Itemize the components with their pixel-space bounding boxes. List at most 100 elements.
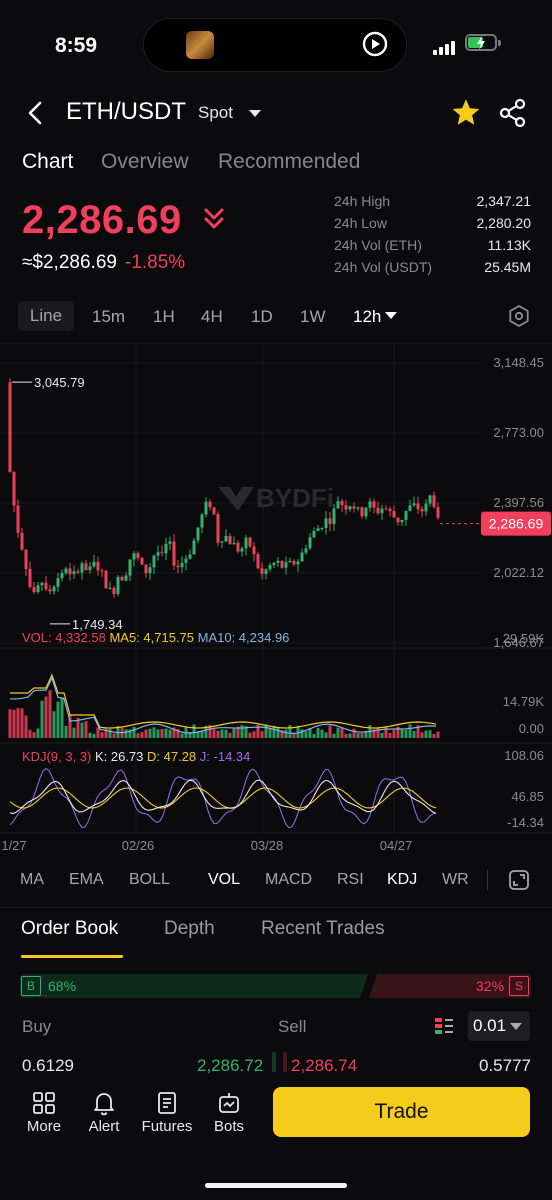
volume-bar: [380, 732, 384, 738]
indicator-ma[interactable]: MA: [20, 871, 44, 889]
bots-icon[interactable]: [216, 1090, 242, 1116]
candle-body: [64, 568, 68, 574]
candle-body: [392, 511, 396, 518]
candle-body: [388, 508, 392, 512]
orderbook-layout-icon[interactable]: [434, 1016, 454, 1036]
volume-bar: [24, 715, 28, 738]
kdj-legend: KDJ(9, 3, 3) K: 26.73 D: 47.28 J: -14.34: [22, 749, 250, 764]
kdj-k: K: 26.73: [95, 749, 147, 764]
candle-body: [180, 562, 184, 568]
stat-value: 2,347.21: [476, 193, 532, 209]
kdj-j: J: -14.34: [200, 749, 251, 764]
candle-body: [244, 537, 248, 549]
fullscreen-icon[interactable]: [508, 869, 530, 891]
bell-icon[interactable]: [91, 1090, 117, 1116]
volume-bar: [8, 709, 12, 738]
tab-chart[interactable]: Chart: [22, 150, 73, 174]
sell-price[interactable]: 2,286.74: [291, 1056, 357, 1076]
back-arrow-icon[interactable]: [24, 100, 46, 126]
sell-ratio-bar: [369, 974, 531, 998]
more-grid-icon[interactable]: [31, 1090, 57, 1116]
volume-bar: [32, 732, 36, 738]
futures-document-icon[interactable]: [154, 1090, 180, 1116]
current-price-tag-text: 2,286.69: [489, 516, 544, 532]
chevron-down-icon[interactable]: [249, 110, 261, 117]
volume-bar: [36, 728, 40, 738]
candle-body: [248, 537, 252, 547]
volume-bar: [136, 733, 140, 738]
candle-body: [32, 587, 36, 593]
trade-button[interactable]: Trade: [273, 1087, 530, 1137]
tab-order-book[interactable]: Order Book: [21, 918, 118, 940]
candle-body: [260, 568, 264, 574]
candle-body: [352, 506, 356, 509]
candle-body: [104, 570, 108, 589]
share-icon[interactable]: [498, 98, 528, 128]
volume-bar: [424, 730, 428, 738]
pair-title[interactable]: ETH/USDT: [66, 98, 186, 126]
vol-value: VOL: 4,332.58: [22, 630, 109, 645]
timeframe-line[interactable]: Line: [18, 301, 74, 331]
volume-bar: [112, 733, 116, 738]
price-axis-label: 2,022.12: [493, 565, 544, 580]
volume-bar: [44, 696, 48, 738]
volume-bar: [348, 733, 352, 738]
kdj-d-line: [9, 787, 437, 809]
volume-bar: [328, 725, 332, 738]
candle-body: [424, 503, 428, 512]
timeframe-1w[interactable]: 1W: [300, 307, 326, 327]
timeframe-12h[interactable]: 12h: [353, 307, 381, 327]
nav-futures[interactable]: Futures: [138, 1118, 196, 1135]
candle-body: [384, 508, 388, 510]
volume-bar: [252, 731, 256, 738]
chart-settings-icon[interactable]: [507, 304, 531, 328]
chevron-down-icon[interactable]: [510, 1023, 522, 1030]
indicator-macd[interactable]: MACD: [265, 871, 312, 889]
tab-recent-trades[interactable]: Recent Trades: [261, 918, 385, 940]
timeframe-1h[interactable]: 1H: [153, 307, 175, 327]
volume-bar: [196, 732, 200, 738]
volume-bar: [40, 700, 44, 738]
chevron-down-icon[interactable]: [385, 312, 397, 319]
home-indicator[interactable]: [205, 1183, 347, 1188]
active-tab-underline: [21, 955, 123, 958]
buy-price[interactable]: 2,286.72: [197, 1056, 263, 1076]
tab-recommended[interactable]: Recommended: [218, 150, 360, 174]
tab-overview[interactable]: Overview: [101, 150, 189, 174]
indicator-rsi[interactable]: RSI: [337, 871, 364, 889]
candlestick-chart[interactable]: BYDFi 3,148.452,773.002,397.562,022.121,…: [0, 343, 552, 863]
volume-bar: [316, 727, 320, 738]
tab-depth[interactable]: Depth: [164, 918, 215, 940]
dynamic-island[interactable]: [143, 18, 407, 72]
stat-value: 2,280.20: [476, 215, 532, 231]
volume-bar: [436, 731, 440, 738]
status-time: 8:59: [55, 34, 98, 57]
candle-body: [8, 382, 12, 472]
precision-value[interactable]: 0.01: [473, 1016, 506, 1036]
favorite-star-icon[interactable]: [450, 97, 482, 129]
volume-bar: [260, 731, 264, 738]
nav-bots[interactable]: Bots: [208, 1118, 250, 1135]
nav-alert[interactable]: Alert: [84, 1118, 124, 1135]
buy-amount[interactable]: 0.6129: [22, 1056, 74, 1076]
market-type[interactable]: Spot: [198, 103, 233, 123]
timeframe-1d[interactable]: 1D: [251, 307, 273, 327]
candle-body: [108, 587, 112, 589]
candle-body: [172, 541, 176, 566]
date-axis-label: 03/28: [251, 838, 284, 853]
volume-bar: [400, 729, 404, 738]
candle-body: [184, 558, 188, 563]
indicator-wr[interactable]: WR: [442, 871, 469, 889]
nav-more[interactable]: More: [24, 1118, 64, 1135]
indicator-kdj[interactable]: KDJ: [387, 871, 417, 889]
sell-amount[interactable]: 0.5777: [479, 1056, 531, 1076]
volume-bar: [228, 732, 232, 738]
indicator-vol[interactable]: VOL: [208, 871, 240, 889]
indicator-boll[interactable]: BOLL: [129, 871, 170, 889]
volume-bar: [332, 733, 336, 738]
candle-body: [88, 566, 92, 570]
timeframe-4h[interactable]: 4H: [201, 307, 223, 327]
indicator-ema[interactable]: EMA: [69, 871, 104, 889]
timeframe-15m[interactable]: 15m: [92, 307, 125, 327]
volume-bar: [288, 725, 292, 738]
